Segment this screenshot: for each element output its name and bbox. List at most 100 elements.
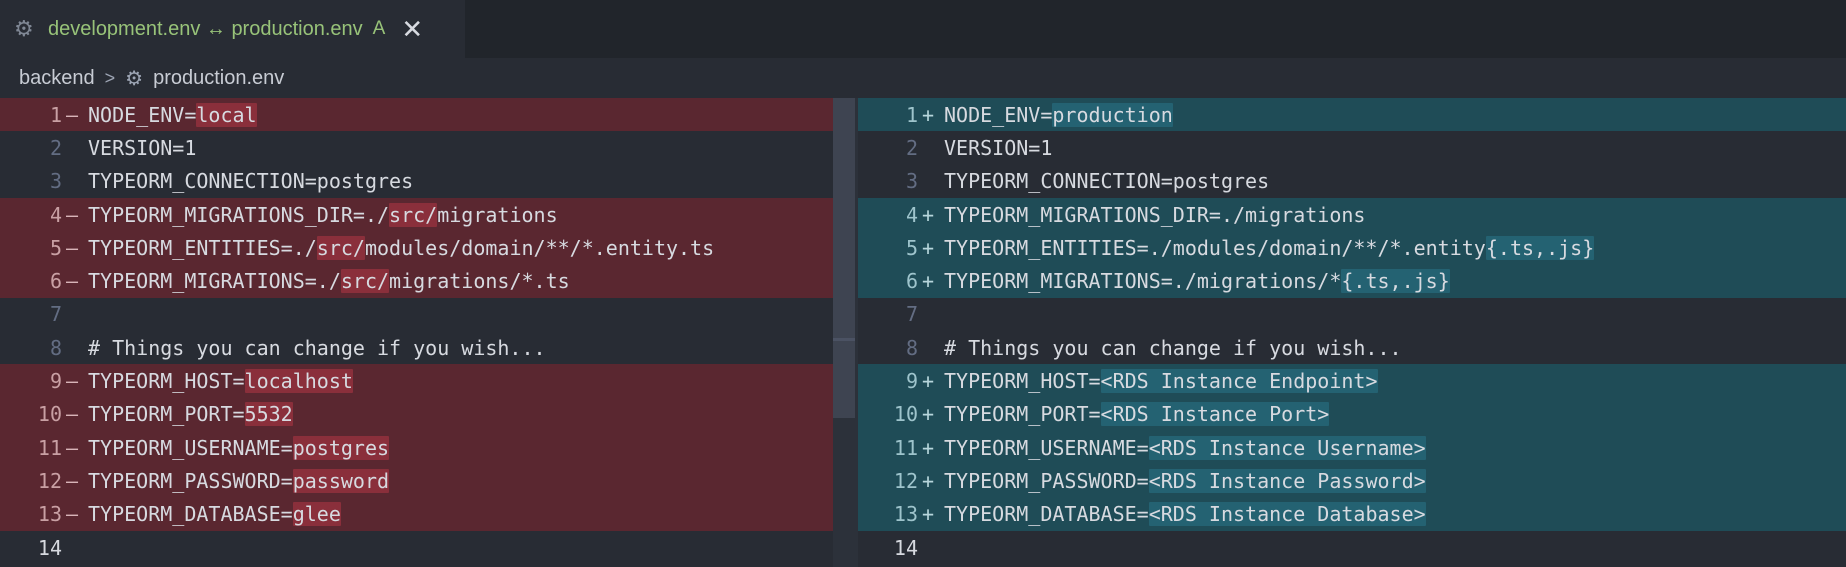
- code-line[interactable]: 2 VERSION=1: [0, 131, 855, 164]
- diff-marker: +: [922, 468, 935, 493]
- code-line[interactable]: 14: [0, 531, 855, 564]
- code-line[interactable]: 12— TYPEORM_PASSWORD=password: [0, 464, 855, 498]
- code-text: TYPEORM_USERNAME=<RDS Instance Username>: [944, 435, 1426, 460]
- code-segment: TYPEORM_USERNAME=: [944, 435, 1149, 460]
- code-text: # Things you can change if you wish...: [88, 336, 546, 360]
- code-text: TYPEORM_HOST=localhost: [88, 369, 353, 394]
- line-number: 10: [37, 402, 62, 427]
- code-segment: NODE_ENV=: [88, 102, 197, 127]
- line-number: 8: [49, 335, 62, 360]
- code-line[interactable]: 1 + NODE_ENV=production: [858, 98, 1846, 132]
- line-number: 4: [905, 202, 918, 227]
- code-line[interactable]: 1— NODE_ENV=local: [0, 98, 855, 132]
- breadcrumb-folder[interactable]: backend: [19, 67, 95, 90]
- code-segment: TYPEORM_CONNECTION=postgres: [88, 169, 414, 194]
- code-text: NODE_ENV=local: [88, 102, 257, 127]
- code-line[interactable]: 12 + TYPEORM_PASSWORD=<RDS Instance Passwo…: [858, 464, 1846, 498]
- code-line[interactable]: 10— TYPEORM_PORT=5532: [0, 397, 855, 431]
- line-number: 14: [37, 535, 62, 560]
- code-line[interactable]: 5— TYPEORM_ENTITIES=./src/modules/domain/…: [0, 231, 855, 265]
- code-line[interactable]: 8 # Things you can change if you wish...: [0, 331, 855, 364]
- changed-segment: 5532: [244, 402, 293, 427]
- code-line[interactable]: 4— TYPEORM_MIGRATIONS_DIR=./src/migration…: [0, 197, 855, 232]
- diff-marker: +: [922, 369, 935, 394]
- code-text: TYPEORM_PORT=<RDS Instance Port>: [944, 402, 1330, 427]
- code-line[interactable]: 14: [858, 531, 1846, 564]
- code-text: TYPEORM_MIGRATIONS=./migrations/*{.ts,.j…: [944, 269, 1450, 294]
- code-segment: modules/domain/**/*.entity.ts: [364, 235, 715, 260]
- code-text: TYPEORM_ENTITIES=./modules/domain/**/*.e…: [944, 235, 1595, 260]
- scrollbar-marker: [833, 338, 855, 341]
- tab-title: development.env ↔ production.env: [48, 17, 363, 40]
- code-line[interactable]: 2 VERSION=1: [858, 131, 1846, 164]
- line-number: 6: [49, 269, 62, 294]
- line-number: 2: [905, 135, 918, 160]
- code-segment: TYPEORM_USERNAME=: [88, 435, 293, 460]
- diff-marker: +: [922, 435, 935, 460]
- close-icon[interactable]: ✕: [401, 16, 423, 42]
- code-line[interactable]: 11 + TYPEORM_USERNAME=<RDS Instance Userna…: [858, 430, 1846, 465]
- scrollbar-thumb[interactable]: [833, 98, 855, 418]
- tab-diff-editor[interactable]: ⚙ development.env ↔ production.env A ✕: [0, 0, 465, 58]
- diff-marker: —: [66, 235, 79, 260]
- changed-segment: src/: [340, 269, 390, 294]
- code-line[interactable]: 3 TYPEORM_CONNECTION=postgres: [0, 165, 855, 198]
- diff-marker: —: [66, 435, 79, 460]
- code-text: VERSION=1: [944, 136, 1052, 160]
- changed-segment: <RDS Instance Username>: [1148, 435, 1426, 460]
- code-line[interactable]: 9— TYPEORM_HOST=localhost: [0, 364, 855, 398]
- changed-segment: {.ts,.js}: [1341, 269, 1450, 294]
- line-number: 13: [37, 502, 62, 527]
- gear-icon: ⚙: [14, 16, 34, 41]
- breadcrumb-file[interactable]: production.env: [153, 67, 284, 90]
- code-line[interactable]: 7: [858, 298, 1846, 331]
- code-line[interactable]: 6— TYPEORM_MIGRATIONS=./src/migrations/*.…: [0, 264, 855, 298]
- code-line[interactable]: 13 + TYPEORM_DATABASE=<RDS Instance Databa…: [858, 497, 1846, 531]
- code-line[interactable]: 5 + TYPEORM_ENTITIES=./modules/domain/**/*…: [858, 231, 1846, 265]
- line-number: 7: [905, 302, 918, 327]
- diff-marker: +: [922, 102, 935, 127]
- scrollbar[interactable]: [833, 98, 858, 567]
- code-line[interactable]: 7: [0, 298, 855, 331]
- code-line[interactable]: 4 + TYPEORM_MIGRATIONS_DIR=./migrations: [858, 197, 1846, 232]
- line-number: 9: [905, 369, 918, 394]
- line-number: 7: [49, 302, 62, 327]
- line-number: 9: [49, 369, 62, 394]
- line-number: 5: [49, 235, 62, 260]
- diff-marker: —: [66, 402, 79, 427]
- changed-segment: production: [1052, 102, 1173, 127]
- code-text: TYPEORM_PASSWORD=<RDS Instance Password>: [944, 468, 1426, 493]
- line-number: 1: [905, 102, 918, 127]
- diff-marker: —: [66, 502, 79, 527]
- code-text: TYPEORM_CONNECTION=postgres: [88, 169, 413, 193]
- line-number: 12: [893, 468, 918, 493]
- changed-segment: {.ts,.js}: [1485, 235, 1595, 260]
- code-text: TYPEORM_HOST=<RDS Instance Endpoint>: [944, 369, 1378, 394]
- original-editor-pane[interactable]: 1— NODE_ENV=local 2 VERSION=1 3 TYPEORM_CONNE…: [0, 98, 855, 567]
- line-number: 6: [905, 269, 918, 294]
- changed-segment: src/: [316, 235, 365, 260]
- code-line[interactable]: 10 + TYPEORM_PORT=<RDS Instance Port>: [858, 397, 1846, 431]
- modified-editor-pane[interactable]: 1 + NODE_ENV=production 2 VERSION=1 3 TYPEORM_…: [858, 98, 1846, 567]
- code-segment: TYPEORM_MIGRATIONS=./: [88, 269, 341, 294]
- code-line[interactable]: 13— TYPEORM_DATABASE=glee: [0, 497, 855, 531]
- code-line[interactable]: 9 + TYPEORM_HOST=<RDS Instance Endpoint>: [858, 364, 1846, 398]
- code-segment: TYPEORM_DATABASE=: [944, 502, 1149, 527]
- code-line[interactable]: 3 TYPEORM_CONNECTION=postgres: [858, 165, 1846, 198]
- code-line[interactable]: 6 + TYPEORM_MIGRATIONS=./migrations/*{.ts,…: [858, 264, 1846, 298]
- code-segment: # Things you can change if you wish...: [944, 335, 1402, 360]
- changed-segment: <RDS Instance Database>: [1148, 502, 1426, 527]
- changed-segment: password: [292, 468, 390, 493]
- code-text: TYPEORM_MIGRATIONS_DIR=./src/migrations: [88, 202, 558, 227]
- code-text: TYPEORM_MIGRATIONS=./src/migrations/*.ts: [88, 269, 570, 294]
- code-text: TYPEORM_PORT=5532: [88, 402, 293, 427]
- line-number: 12: [37, 468, 62, 493]
- code-line[interactable]: 8 # Things you can change if you wish...: [858, 331, 1846, 364]
- code-segment: TYPEORM_MIGRATIONS_DIR=./: [88, 202, 390, 227]
- diff-marker: +: [922, 202, 935, 227]
- code-segment: TYPEORM_HOST=: [944, 369, 1101, 394]
- code-line[interactable]: 11— TYPEORM_USERNAME=postgres: [0, 430, 855, 465]
- line-number: 13: [893, 502, 918, 527]
- code-text: VERSION=1: [88, 136, 196, 160]
- diff-marker: —: [66, 468, 79, 493]
